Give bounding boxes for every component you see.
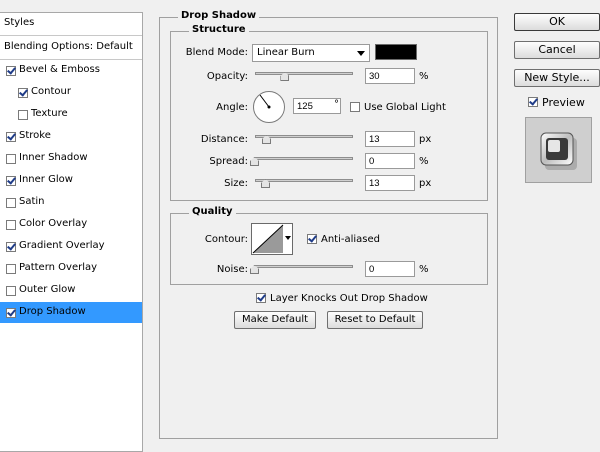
style-item-color-overlay[interactable]: Color Overlay (0, 214, 142, 235)
make-default-button[interactable]: Make Default (234, 311, 316, 329)
pattern-overlay-checkbox[interactable] (6, 264, 16, 274)
cancel-button[interactable]: Cancel (514, 41, 600, 59)
ok-label: OK (549, 15, 565, 28)
drop-shadow-checkbox[interactable] (6, 308, 16, 318)
style-item-label: Drop Shadow (19, 306, 86, 317)
angle-unit: ° (334, 99, 339, 110)
chevron-down-icon (285, 236, 291, 240)
angle-label: Angle: (216, 102, 248, 113)
distance-unit: px (419, 134, 432, 145)
styles-list-panel: Styles Blending Options: Default Bevel &… (0, 12, 143, 452)
style-item-label: Pattern Overlay (19, 262, 98, 273)
contour-checkbox[interactable] (18, 88, 28, 98)
styles-header[interactable]: Styles (0, 13, 142, 34)
ok-button[interactable]: OK (514, 13, 600, 31)
satin-checkbox[interactable] (6, 198, 16, 208)
color-overlay-checkbox[interactable] (6, 220, 16, 230)
spread-slider[interactable] (255, 157, 353, 160)
style-item-texture[interactable]: Texture (0, 104, 142, 125)
stroke-checkbox[interactable] (6, 132, 16, 142)
style-item-label: Satin (19, 196, 45, 207)
style-item-satin[interactable]: Satin (0, 192, 142, 213)
new-style-label: New Style... (524, 71, 590, 84)
spread-input[interactable] (365, 153, 415, 169)
blend-mode-label: Blend Mode: (185, 47, 248, 58)
bevel-emboss-checkbox[interactable] (6, 66, 16, 76)
spread-label: Spread: (209, 156, 248, 167)
size-slider[interactable] (255, 179, 353, 182)
style-item-label: Stroke (19, 130, 51, 141)
noise-label: Noise: (216, 264, 248, 275)
opacity-input[interactable] (365, 68, 415, 84)
style-item-gradient-overlay[interactable]: Gradient Overlay (0, 236, 142, 257)
anti-aliased-label: Anti-aliased (321, 234, 381, 245)
style-item-label: Gradient Overlay (19, 240, 105, 251)
size-unit: px (419, 178, 432, 189)
contour-picker[interactable] (251, 223, 293, 255)
noise-input[interactable] (365, 261, 415, 277)
opacity-label: Opacity: (206, 71, 248, 82)
noise-unit: % (419, 264, 429, 275)
style-item-label: Outer Glow (19, 284, 76, 295)
make-default-label: Make Default (241, 314, 309, 325)
angle-dial[interactable] (252, 90, 286, 124)
use-global-light-label: Use Global Light (364, 102, 446, 113)
blending-options-item[interactable]: Blending Options: Default (0, 37, 142, 58)
texture-checkbox[interactable] (18, 110, 28, 120)
size-label: Size: (224, 178, 248, 189)
inner-shadow-checkbox[interactable] (6, 154, 16, 164)
reset-to-default-button[interactable]: Reset to Default (327, 311, 423, 329)
new-style-button[interactable]: New Style... (514, 69, 600, 87)
preview-label: Preview (542, 96, 585, 109)
size-input[interactable] (365, 175, 415, 191)
inner-glow-checkbox[interactable] (6, 176, 16, 186)
style-item-inner-glow[interactable]: Inner Glow (0, 170, 142, 191)
contour-label: Contour: (204, 234, 248, 245)
style-item-bevel-emboss[interactable]: Bevel & Emboss (0, 60, 142, 81)
layer-knocks-out-checkbox[interactable] (256, 293, 266, 303)
style-preview-thumbnail (525, 117, 592, 183)
blend-mode-value: Linear Burn (257, 47, 315, 58)
style-item-stroke[interactable]: Stroke (0, 126, 142, 147)
opacity-slider[interactable] (255, 72, 353, 75)
layer-knocks-out-label: Layer Knocks Out Drop Shadow (270, 293, 428, 304)
gradient-overlay-checkbox[interactable] (6, 242, 16, 252)
distance-input[interactable] (365, 131, 415, 147)
style-item-label: Contour (31, 86, 71, 97)
reset-to-default-label: Reset to Default (334, 314, 416, 325)
blending-options-label: Blending Options: Default (4, 41, 133, 52)
preview-checkbox[interactable] (528, 97, 538, 107)
blend-mode-select[interactable]: Linear Burn (252, 44, 370, 62)
style-item-outer-glow[interactable]: Outer Glow (0, 280, 142, 301)
style-item-label: Texture (31, 108, 68, 119)
style-item-label: Bevel & Emboss (19, 64, 100, 75)
distance-label: Distance: (200, 134, 248, 145)
noise-slider[interactable] (255, 265, 353, 268)
opacity-unit: % (419, 71, 429, 82)
drop-shadow-title: Drop Shadow (178, 10, 260, 21)
structure-title: Structure (189, 24, 249, 35)
quality-title: Quality (189, 206, 236, 217)
chevron-down-icon (357, 51, 365, 56)
style-item-drop-shadow[interactable]: Drop Shadow (0, 302, 142, 323)
spread-unit: % (419, 156, 429, 167)
style-item-label: Color Overlay (19, 218, 88, 229)
style-item-inner-shadow[interactable]: Inner Shadow (0, 148, 142, 169)
distance-slider[interactable] (255, 135, 353, 138)
style-item-label: Inner Shadow (19, 152, 88, 163)
cancel-label: Cancel (538, 43, 576, 56)
outer-glow-checkbox[interactable] (6, 286, 16, 296)
style-item-contour[interactable]: Contour (0, 82, 142, 103)
style-item-label: Inner Glow (19, 174, 73, 185)
anti-aliased-checkbox[interactable] (307, 234, 317, 244)
use-global-light-checkbox[interactable] (350, 102, 360, 112)
style-item-pattern-overlay[interactable]: Pattern Overlay (0, 258, 142, 279)
styles-header-label: Styles (4, 17, 35, 28)
shadow-color-swatch[interactable] (375, 44, 417, 60)
